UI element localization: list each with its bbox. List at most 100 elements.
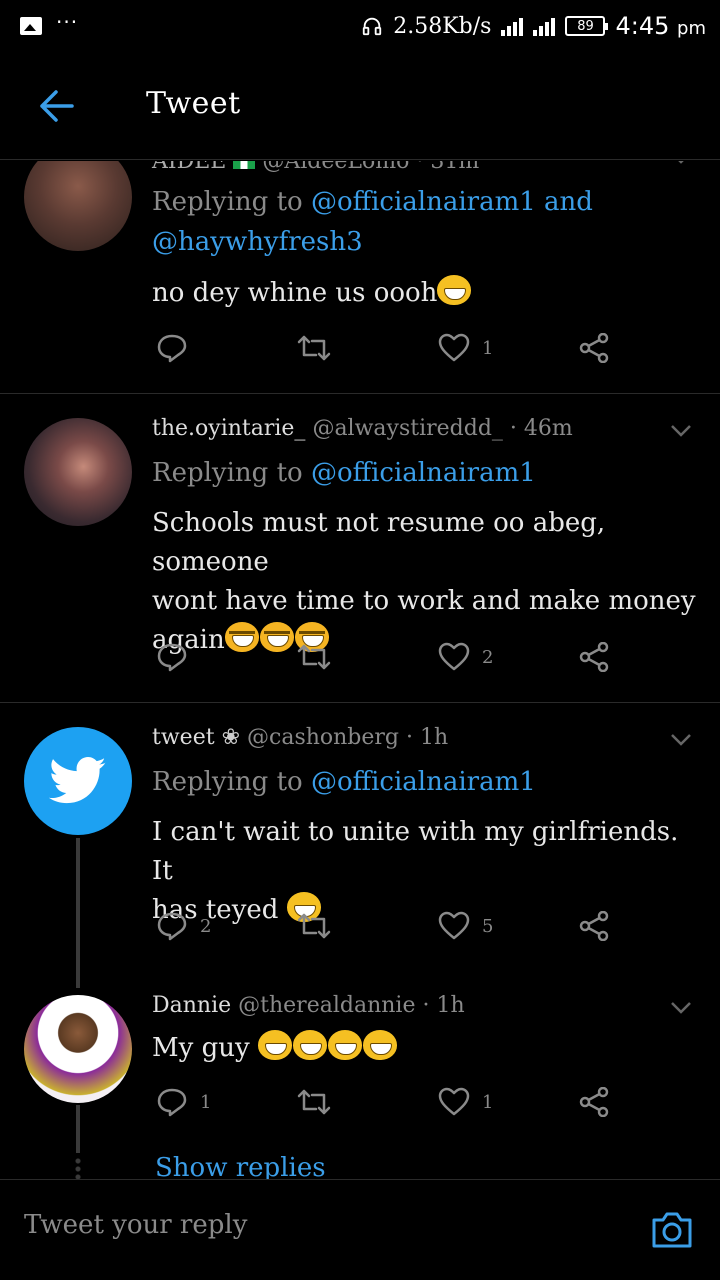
replying-to: Replying to @officialnairam1: [152, 458, 536, 488]
chevron-down-icon[interactable]: [670, 733, 692, 747]
display-name: Dannie: [152, 993, 232, 1018]
tweet-header: Dannie @therealdannie · 1h: [152, 993, 465, 1018]
like-button[interactable]: 2: [438, 642, 493, 672]
tweet-text-line: Schools must not resume oo abeg, someone: [152, 508, 606, 577]
heart-icon: [438, 911, 470, 940]
tweet-header: tweet ❀ @cashonberg · 1h: [152, 725, 448, 750]
clock-ampm: pm: [677, 18, 706, 39]
user-handle[interactable]: @therealdannie: [238, 993, 415, 1018]
tweet-card[interactable]: AIDEE @AideeLomo · 31m Replying to @offi…: [0, 161, 720, 393]
mention-link[interactable]: @officialnairam1: [311, 767, 536, 797]
grinning-emoji-icon: [437, 275, 472, 305]
status-bar: ··· 2.58Kb/s 89 4:45 pm: [0, 0, 720, 52]
tweet-time: · 31m: [416, 161, 480, 174]
retweet-button[interactable]: [296, 642, 332, 672]
mention-link[interactable]: @haywhyfresh3: [152, 227, 363, 257]
display-name: tweet: [152, 725, 215, 750]
reply-composer: [0, 1179, 720, 1280]
like-button[interactable]: 1: [438, 1087, 493, 1117]
user-handle[interactable]: @cashonberg: [247, 725, 399, 750]
tweet-card[interactable]: Dannie @therealdannie · 1h My guy 1 1: [0, 991, 720, 1179]
retweet-icon: [297, 644, 331, 670]
replying-prefix: Replying to: [152, 458, 303, 488]
like-count: 1: [482, 1091, 494, 1113]
grinning-emoji-icon: [362, 1030, 397, 1060]
battery-level: 89: [577, 18, 594, 34]
tweet-card[interactable]: the.oyintarie_ @alwaystireddd_ · 46m Rep…: [0, 394, 720, 702]
tweet-actions: 2: [152, 642, 622, 682]
reply-feed[interactable]: AIDEE @AideeLomo · 31m Replying to @offi…: [0, 161, 720, 1179]
flag-icon: [233, 161, 256, 169]
reply-button[interactable]: [156, 333, 188, 363]
signal-sim2-icon: [533, 16, 556, 36]
tweet-body: Schools must not resume oo abeg, someone…: [152, 504, 697, 660]
reply-icon: [157, 1088, 187, 1117]
retweet-button[interactable]: [296, 333, 332, 363]
tweet-text-line: I can't wait to unite with my girlfriend…: [152, 817, 679, 886]
reply-icon: [157, 912, 187, 941]
clock-time: 4:45: [615, 12, 670, 40]
chevron-down-icon[interactable]: [670, 161, 692, 165]
more-notifications-icon: ···: [56, 10, 79, 34]
heart-icon: [438, 642, 470, 671]
mention-link[interactable]: @officialnairam1 and: [311, 187, 593, 217]
replying-prefix: Replying to: [152, 187, 303, 217]
reply-button[interactable]: 2: [156, 911, 211, 941]
share-button[interactable]: [578, 911, 610, 941]
reply-icon: [157, 334, 187, 363]
reply-button[interactable]: [156, 642, 188, 672]
share-button[interactable]: [578, 1087, 610, 1117]
share-icon: [579, 1087, 609, 1117]
share-icon: [579, 333, 609, 363]
flower-icon: ❀: [221, 725, 240, 750]
share-icon: [579, 642, 609, 672]
tweet-actions: 1 1: [152, 1087, 622, 1127]
tweet-time: · 1h: [422, 993, 465, 1018]
like-button[interactable]: 1: [438, 333, 493, 363]
user-handle[interactable]: @alwaystireddd_: [312, 416, 502, 441]
mention-link[interactable]: @officialnairam1: [311, 458, 536, 488]
retweet-button[interactable]: [296, 911, 332, 941]
avatar[interactable]: [24, 161, 132, 251]
like-button[interactable]: 5: [438, 911, 493, 941]
like-count: 2: [482, 646, 494, 668]
camera-icon[interactable]: [650, 1210, 694, 1250]
retweet-icon: [297, 1089, 331, 1115]
heart-icon: [438, 333, 470, 362]
like-count: 1: [482, 337, 494, 359]
tweet-actions: 2 5: [152, 911, 622, 951]
display-name: the.oyintarie_: [152, 416, 306, 441]
avatar[interactable]: [24, 418, 132, 526]
show-replies-link[interactable]: Show replies: [155, 1153, 326, 1179]
back-arrow-icon[interactable]: [36, 88, 76, 124]
tweet-time: · 1h: [406, 725, 449, 750]
headphones-icon: [363, 17, 382, 36]
tweet-text: My guy: [152, 1033, 250, 1063]
user-handle[interactable]: @AideeLomo: [262, 161, 409, 174]
retweet-button[interactable]: [296, 1087, 332, 1117]
tweet-header: AIDEE @AideeLomo · 31m: [152, 161, 479, 174]
avatar[interactable]: [24, 995, 132, 1103]
clock: 4:45 pm: [615, 12, 706, 40]
chevron-down-icon[interactable]: [670, 424, 692, 438]
reply-input[interactable]: [24, 1210, 624, 1240]
grinning-emoji-icon: [292, 1030, 327, 1060]
battery-icon: 89: [565, 16, 609, 36]
reply-count: 2: [200, 915, 212, 937]
share-button[interactable]: [578, 333, 610, 363]
reply-button[interactable]: 1: [156, 1087, 211, 1117]
heart-icon: [438, 1087, 470, 1116]
tweet-time: · 46m: [509, 416, 573, 441]
tweet-body: no dey whine us oooh: [152, 274, 697, 313]
reply-icon: [157, 643, 187, 672]
network-speed: 2.58Kb/s: [393, 13, 492, 39]
tweet-actions: 1: [152, 333, 622, 373]
replying-to: Replying to @officialnairam1: [152, 767, 536, 797]
avatar[interactable]: [24, 727, 132, 835]
retweet-icon: [297, 913, 331, 939]
retweet-icon: [297, 335, 331, 361]
chevron-down-icon[interactable]: [670, 1001, 692, 1015]
tweet-header: the.oyintarie_ @alwaystireddd_ · 46m: [152, 416, 573, 441]
replying-to-cont: @haywhyfresh3: [152, 227, 363, 257]
share-button[interactable]: [578, 642, 610, 672]
